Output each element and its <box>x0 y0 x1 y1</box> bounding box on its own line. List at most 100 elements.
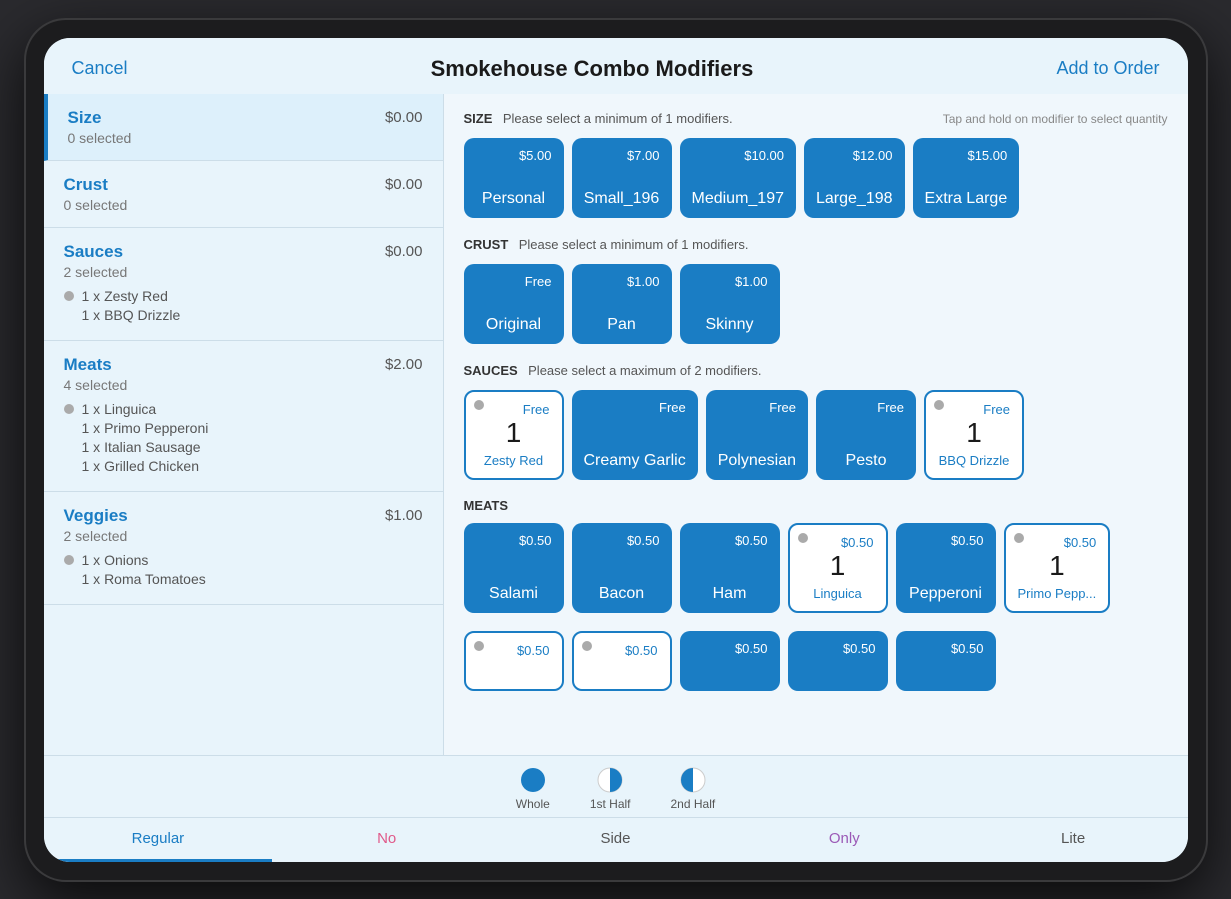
tablet-screen: Cancel Smokehouse Combo Modifiers Add to… <box>44 38 1188 862</box>
sidebar-item-meats[interactable]: Meats $2.00 4 selected 1 x Linguica 1 x … <box>44 341 443 492</box>
modifier-small196[interactable]: $7.00 Small_196 <box>572 138 672 218</box>
sidebar-item-size-header: Size $0.00 <box>68 108 423 128</box>
page-title: Smokehouse Combo Modifiers <box>431 56 754 82</box>
tab-lite[interactable]: Lite <box>959 818 1188 862</box>
modifier-skinny[interactable]: $1.00 Skinny <box>680 264 780 344</box>
crust-modifier-grid: Free Original $1.00 Pan $1.00 Skinny <box>464 264 1168 344</box>
modifier-creamy-garlic[interactable]: Free Creamy Garlic <box>572 390 698 480</box>
sidebar: Size $0.00 0 selected Crust $0.00 0 sele… <box>44 94 444 755</box>
portion-label-whole: Whole <box>516 797 550 811</box>
modifier-meat-extra-5[interactable]: $0.50 <box>896 631 996 691</box>
modifier-extra-large[interactable]: $15.00 Extra Large <box>913 138 1020 218</box>
modifier-price: $0.50 <box>800 641 876 656</box>
modifier-price: $0.50 <box>692 641 768 656</box>
add-to-order-button[interactable]: Add to Order <box>1056 58 1159 79</box>
modifier-large198[interactable]: $12.00 Large_198 <box>804 138 905 218</box>
sidebar-item-sauces[interactable]: Sauces $0.00 2 selected 1 x Zesty Red 1 … <box>44 228 443 341</box>
modifier-price: Free <box>828 400 904 415</box>
sidebar-item-size-name: Size <box>68 108 102 128</box>
modifier-meat-extra-3[interactable]: $0.50 <box>680 631 780 691</box>
sidebar-item-veggies[interactable]: Veggies $1.00 2 selected 1 x Onions 1 x … <box>44 492 443 605</box>
sidebar-item-crust-price: $0.00 <box>385 176 423 193</box>
modifier-name: Large_198 <box>816 190 893 208</box>
modifier-personal[interactable]: $5.00 Personal <box>464 138 564 218</box>
crust-section-label: CRUST <box>464 237 509 252</box>
modifier-meat-extra-4[interactable]: $0.50 <box>788 631 888 691</box>
size-section-instruction: Please select a minimum of 1 modifiers. <box>503 111 733 126</box>
modifier-original[interactable]: Free Original <box>464 264 564 344</box>
size-section-hint: Tap and hold on modifier to select quant… <box>943 112 1168 126</box>
modifier-polynesian[interactable]: Free Polynesian <box>706 390 808 480</box>
tab-side[interactable]: Side <box>501 818 730 862</box>
modifier-name: Medium_197 <box>692 190 785 208</box>
whole-circle-icon <box>519 766 547 794</box>
modifier-price: Free <box>938 402 1010 417</box>
modifier-primo-pepperoni[interactable]: $0.50 1 Primo Pepp... <box>1004 523 1111 613</box>
crust-section-instruction: Please select a minimum of 1 modifiers. <box>519 237 749 252</box>
tab-only[interactable]: Only <box>730 818 959 862</box>
modifier-name: Pesto <box>828 452 904 470</box>
sidebar-item-crust-sub: 0 selected <box>64 197 423 213</box>
portion-tab-1st-half[interactable]: 1st Half <box>590 766 631 811</box>
modifier-bacon[interactable]: $0.50 Bacon <box>572 523 672 613</box>
modifier-price: Free <box>584 400 686 415</box>
cancel-button[interactable]: Cancel <box>72 58 128 79</box>
size-section-header: SIZE Please select a minimum of 1 modifi… <box>464 110 1168 128</box>
crust-section-header: CRUST Please select a minimum of 1 modif… <box>464 236 1168 254</box>
selected-dot-icon <box>798 533 808 543</box>
right-panel: SIZE Please select a minimum of 1 modifi… <box>444 94 1188 755</box>
modifier-price: $0.50 <box>908 641 984 656</box>
sidebar-item-crust-header: Crust $0.00 <box>64 175 423 195</box>
meats-section-header: MEATS <box>464 498 1168 513</box>
size-section-label: SIZE <box>464 111 493 126</box>
meats-modifier-grid-row2: $0.50 $0.50 $0.50 $0.50 $0.50 <box>464 631 1168 691</box>
modifier-meat-extra-1[interactable]: $0.50 <box>464 631 564 691</box>
portion-label-2nd-half: 2nd Half <box>671 797 716 811</box>
modifier-price: Free <box>478 402 550 417</box>
modifier-bbq-drizzle[interactable]: Free 1 BBQ Drizzle <box>924 390 1024 480</box>
modifier-ham[interactable]: $0.50 Ham <box>680 523 780 613</box>
half-circle-1st-icon <box>596 766 624 794</box>
modifier-medium197[interactable]: $10.00 Medium_197 <box>680 138 797 218</box>
regular-tabs: Regular No Side Only Lite <box>44 817 1188 862</box>
sidebar-item-meats-price: $2.00 <box>385 356 423 373</box>
modifier-linguica[interactable]: $0.50 1 Linguica <box>788 523 888 613</box>
modifier-name: Skinny <box>692 316 768 334</box>
modifier-pan[interactable]: $1.00 Pan <box>572 264 672 344</box>
sidebar-item-sauces-header: Sauces $0.00 <box>64 242 423 262</box>
sauces-section-title-row: SAUCES Please select a maximum of 2 modi… <box>464 362 762 380</box>
modifier-price: $10.00 <box>692 148 785 163</box>
modifier-pesto[interactable]: Free Pesto <box>816 390 916 480</box>
portion-tab-2nd-half[interactable]: 2nd Half <box>671 766 716 811</box>
list-item: 1 x Italian Sausage <box>64 439 423 455</box>
sub-dot-icon <box>64 291 74 301</box>
modifier-price: Free <box>718 400 796 415</box>
tab-no[interactable]: No <box>272 818 501 862</box>
modifier-price: Free <box>476 274 552 289</box>
list-item: 1 x Zesty Red <box>64 288 423 304</box>
sidebar-item-size[interactable]: Size $0.00 0 selected <box>44 94 443 161</box>
sauces-section-label: SAUCES <box>464 363 518 378</box>
list-item: 1 x Primo Pepperoni <box>64 420 423 436</box>
modifier-price: $0.50 <box>584 533 660 548</box>
size-modifier-grid: $5.00 Personal $7.00 Small_196 $10.00 Me… <box>464 138 1168 218</box>
modifier-salami[interactable]: $0.50 Salami <box>464 523 564 613</box>
modifier-name: Extra Large <box>925 190 1008 208</box>
modifier-quantity: 1 <box>478 417 550 449</box>
tab-regular[interactable]: Regular <box>44 818 273 862</box>
sauce-sub-item-2: 1 x BBQ Drizzle <box>64 307 181 323</box>
modifier-meat-extra-2[interactable]: $0.50 <box>572 631 672 691</box>
sub-dot-icon <box>64 555 74 565</box>
sidebar-item-size-sub: 0 selected <box>68 130 423 146</box>
modifier-name: Ham <box>692 585 768 603</box>
modifier-pepperoni[interactable]: $0.50 Pepperoni <box>896 523 996 613</box>
selected-dot-icon <box>474 641 484 651</box>
modifier-name: Creamy Garlic <box>584 452 686 470</box>
sidebar-item-crust[interactable]: Crust $0.00 0 selected <box>44 161 443 228</box>
meats-section-label: MEATS <box>464 498 509 513</box>
sidebar-meats-sub-items: 1 x Linguica 1 x Primo Pepperoni 1 x Ita… <box>64 401 423 474</box>
modifier-zesty-red[interactable]: Free 1 Zesty Red <box>464 390 564 480</box>
modifier-price: $0.50 <box>692 533 768 548</box>
portion-tab-whole[interactable]: Whole <box>516 766 550 811</box>
modifier-name: Salami <box>476 585 552 603</box>
